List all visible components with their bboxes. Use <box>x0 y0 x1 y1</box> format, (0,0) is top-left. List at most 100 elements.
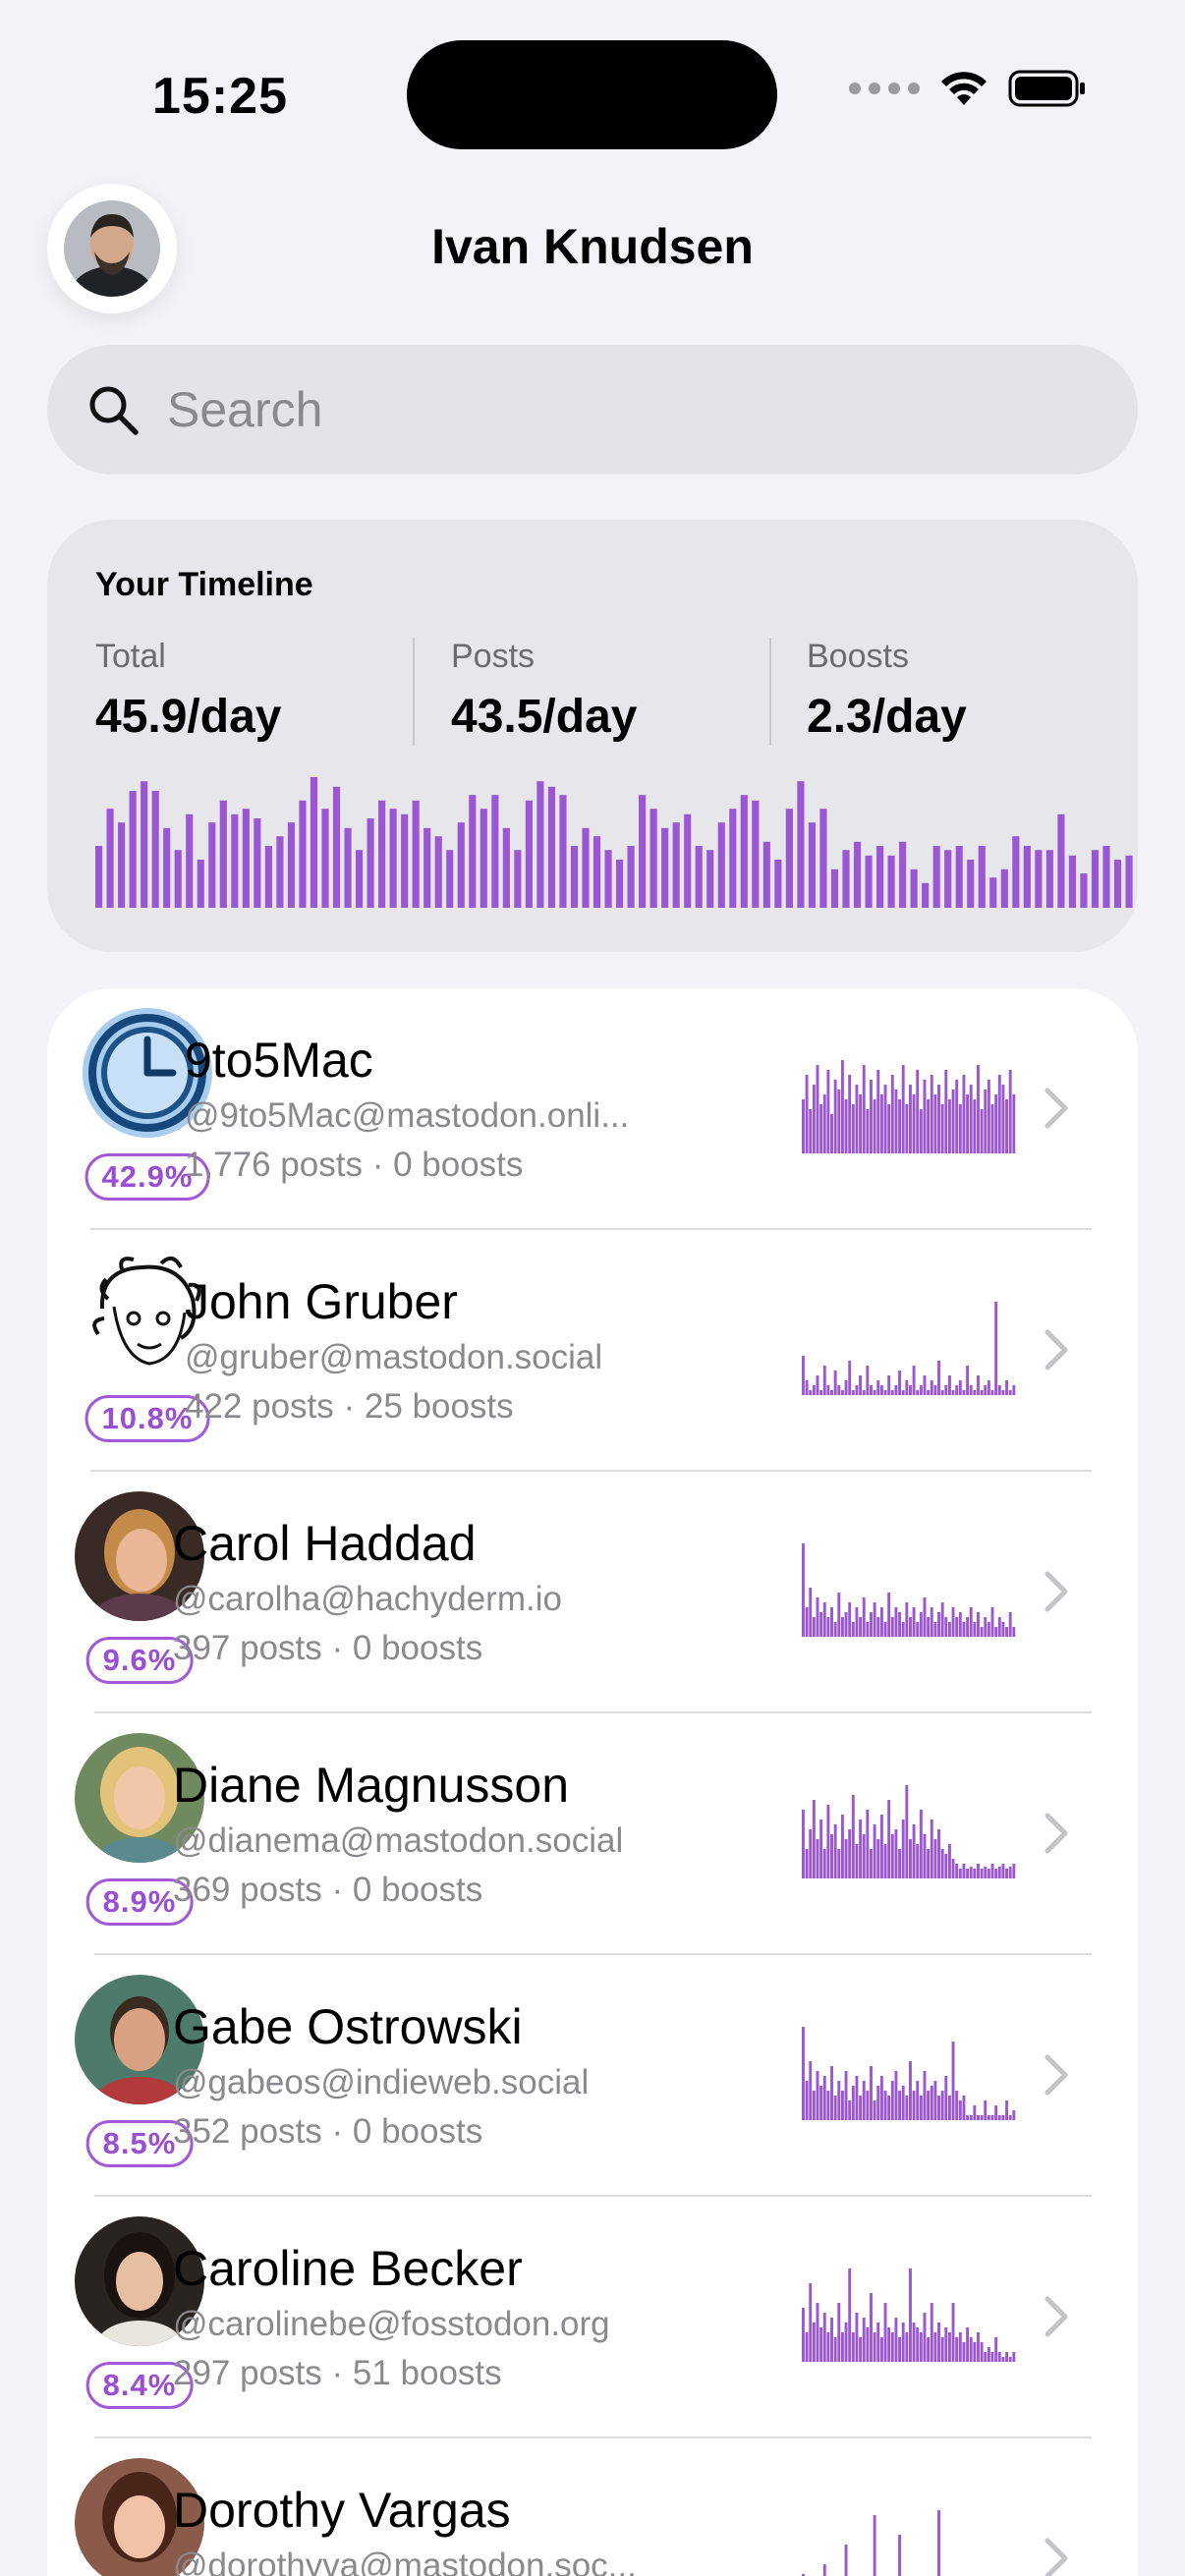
activity-bar <box>851 2332 855 2362</box>
stat-total-label: Total <box>95 638 166 675</box>
account-activity-chart <box>802 1302 1016 1395</box>
activity-bar <box>977 2332 980 2362</box>
activity-bar <box>862 1065 866 1153</box>
activity-bar <box>951 2042 955 2120</box>
activity-bar <box>805 1075 809 1153</box>
activity-bar <box>855 1844 859 1878</box>
activity-bar <box>822 2564 826 2576</box>
activity-bar <box>816 1375 819 1395</box>
activity-bar <box>894 1090 898 1153</box>
activity-bar <box>951 1090 955 1153</box>
activity-bar <box>862 2318 866 2362</box>
activity-bar <box>870 1080 873 1153</box>
activity-bar <box>855 2313 859 2362</box>
activity-bar <box>923 1834 927 1878</box>
activity-bar <box>151 791 159 908</box>
activity-bar <box>922 882 930 908</box>
activity-bar <box>802 1810 805 1878</box>
activity-bar <box>966 1869 970 1878</box>
account-handle: @carolinebe@fosstodon.org <box>173 2305 610 2343</box>
search-icon <box>89 386 139 435</box>
account-handle: @dianema@mastodon.social <box>173 1821 624 1860</box>
activity-bar <box>876 1380 880 1395</box>
activity-bar <box>909 1617 912 1637</box>
activity-bar <box>851 1622 855 1637</box>
activity-bar <box>321 809 329 908</box>
activity-bar <box>802 1356 805 1395</box>
activity-bar <box>873 2515 876 2576</box>
activity-bar <box>977 1612 980 1637</box>
account-row[interactable]: 42.9% 9to5Mac @9to5Mac@mastodon.onli... 1,7… <box>47 988 1138 1230</box>
activity-bar <box>389 809 397 908</box>
activity-bar <box>1057 813 1065 908</box>
activity-bar <box>905 2332 909 2362</box>
account-row[interactable]: 10.8% John Gruber @gruber@mastodon.social 4… <box>47 1230 1138 1472</box>
activity-bar <box>1012 1094 1016 1153</box>
activity-bar <box>994 1627 998 1637</box>
account-name: Caroline Becker <box>173 2241 523 2296</box>
activity-bar <box>423 827 431 908</box>
account-handle: @9to5Mac@mastodon.onli... <box>185 1096 630 1135</box>
activity-bar <box>174 850 182 908</box>
account-row[interactable]: 8.4% Caroline Becker @carolinebe@fosstodon… <box>47 2197 1138 2438</box>
activity-bar <box>901 1622 905 1637</box>
activity-bar <box>840 2332 844 2362</box>
activity-bar <box>890 2081 894 2120</box>
activity-bar <box>1008 1612 1012 1637</box>
account-row[interactable]: 8.9% Diane Magnusson @dianema@mastodon.soc… <box>47 1713 1138 1955</box>
activity-bar <box>812 1800 816 1878</box>
activity-bar <box>894 1607 898 1637</box>
activity-bar <box>684 813 692 908</box>
activity-bar <box>873 1099 876 1153</box>
activity-bar <box>898 1612 902 1637</box>
activity-bar <box>842 850 850 908</box>
activity-bar <box>966 2327 970 2362</box>
activity-bar <box>805 1849 809 1878</box>
activity-bar <box>962 1622 966 1637</box>
activity-bar <box>923 2071 927 2120</box>
activity-bar <box>805 1380 809 1395</box>
activity-bar <box>812 1085 816 1153</box>
activity-bar <box>826 1805 830 1878</box>
activity-bar <box>947 2332 951 2362</box>
activity-bar <box>1001 1390 1005 1395</box>
activity-bar <box>973 1390 977 1395</box>
activity-bar <box>859 1820 863 1878</box>
activity-bar <box>299 800 307 908</box>
activity-bar <box>909 1839 912 1878</box>
search-input[interactable] <box>167 381 1051 438</box>
activity-bar <box>873 2332 876 2362</box>
account-handle: @gruber@mastodon.social <box>185 1338 603 1376</box>
account-row[interactable]: 9.6% Carol Haddad @carolha@hachyderm.io 397… <box>47 1472 1138 1713</box>
chevron-right-icon <box>1044 2296 1068 2337</box>
activity-bar <box>1012 836 1020 908</box>
activity-bar <box>866 1622 870 1637</box>
activity-bar <box>910 868 918 908</box>
activity-bar <box>785 809 793 908</box>
activity-bar <box>848 1829 852 1878</box>
activity-bar <box>919 2332 923 2362</box>
status-time: 15:25 <box>152 68 288 125</box>
activity-bar <box>276 836 284 908</box>
activity-bar <box>916 1070 920 1153</box>
activity-bar <box>808 822 817 908</box>
activity-bar <box>940 1390 944 1395</box>
activity-bar <box>830 868 839 908</box>
activity-bar <box>401 813 409 908</box>
search-bar[interactable] <box>47 345 1138 475</box>
activity-bar <box>898 2337 902 2362</box>
activity-bar <box>695 846 703 908</box>
activity-bar <box>951 1859 955 1878</box>
activity-bar <box>987 2115 990 2120</box>
activity-bar <box>894 2071 898 2120</box>
activity-bar <box>916 1390 920 1395</box>
account-row[interactable]: 8.5% Gabe Ostrowski @gabeos@indieweb.socia… <box>47 1955 1138 2197</box>
activity-bar <box>879 1607 883 1637</box>
activity-bar <box>879 1385 883 1395</box>
activity-bar <box>844 2545 848 2576</box>
activity-bar <box>876 846 884 908</box>
activity-bar <box>973 2342 977 2362</box>
activity-bar <box>930 1820 933 1878</box>
account-row[interactable]: Dorothy Vargas @dorothyva@mastodon.soc... <box>47 2438 1138 2576</box>
activity-bar <box>962 1390 966 1395</box>
